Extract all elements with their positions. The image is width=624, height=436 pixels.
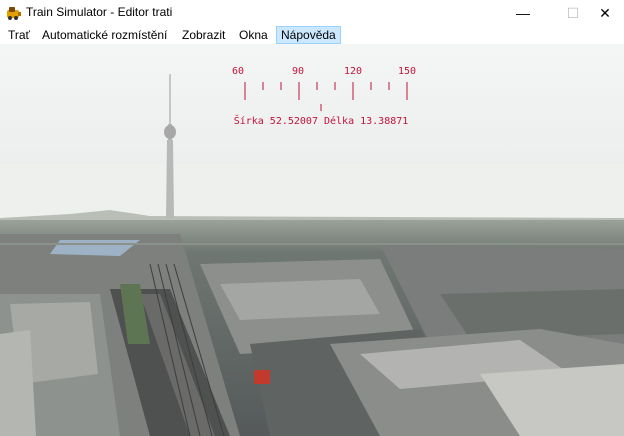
menu-okna[interactable]: Okna — [235, 26, 272, 44]
compass-label-150: 150 — [398, 66, 416, 77]
compass-label-120: 120 — [344, 66, 362, 77]
menu-automaticke-rozmisteni[interactable]: Automatické rozmístění — [38, 26, 171, 44]
train-icon — [7, 7, 21, 20]
close-button[interactable]: ✕ — [586, 0, 624, 26]
3d-viewport[interactable]: 60 90 120 150 Šírka 52.52007 Délka 13.38… — [0, 44, 624, 436]
menu-trat[interactable]: Trať — [4, 26, 34, 44]
coordinates-readout: Šírka 52.52007 Délka 13.38871 — [234, 114, 409, 127]
compass-label-90: 90 — [292, 66, 304, 77]
menu-bar: Trať Automatické rozmístění Zobrazit Okn… — [0, 26, 624, 44]
title-bar: Train Simulator - Editor trati — ☐ ✕ — [0, 0, 624, 26]
compass-label-60: 60 — [232, 66, 244, 77]
city-blocks — [0, 234, 624, 436]
city-scene: 60 90 120 150 Šírka 52.52007 Délka 13.38… — [0, 44, 624, 436]
window-title: Train Simulator - Editor trati — [26, 5, 173, 19]
menu-napoveda[interactable]: Nápověda — [276, 26, 341, 44]
minimize-button[interactable]: — — [500, 0, 546, 26]
menu-zobrazit[interactable]: Zobrazit — [178, 26, 229, 44]
